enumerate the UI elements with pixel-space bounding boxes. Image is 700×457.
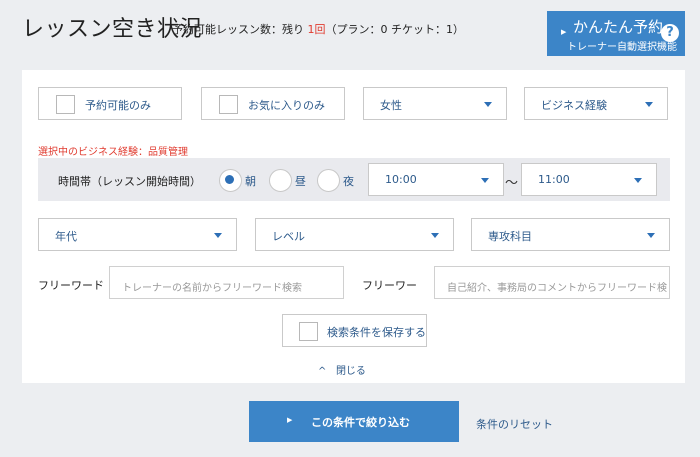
gender-select[interactable]: 女性 [363,87,507,120]
freeword-label-comment: フリーワー [362,279,417,292]
reset-conditions-link[interactable]: 条件のリセット [476,416,553,432]
remaining-prefix: 予約可能レッスン数：残り [172,23,308,36]
time-slot-label: 時間帯（レッスン開始時間） [58,175,201,188]
help-icon[interactable]: ? [661,24,679,42]
selected-experience-notice: 選択中のビジネス経験：品質管理 [38,147,188,158]
chevron-up-icon: ^ [318,366,327,377]
age-select-value: 年代 [55,230,77,243]
remaining-suffix: （プラン：0 チケット：1） [325,23,465,36]
checkbox-square [299,322,318,341]
favorites-only-checkbox[interactable]: お気に入りのみ [201,87,345,120]
start-time-select[interactable]: 10:00 [368,163,504,196]
end-time-value: 11:00 [538,173,570,186]
trainer-name-search-input[interactable]: トレーナーの名前からフリーワード検索 [109,266,344,299]
apply-filter-button[interactable]: ▶ この条件で絞り込む [249,401,459,442]
radio-morning-label: 朝 [245,175,256,188]
time-range-tilde: 〜 [505,176,519,191]
chevron-down-icon [634,178,642,183]
experience-select[interactable]: ビジネス経験 [524,87,668,120]
checkbox-square [56,95,75,114]
radio-noon[interactable] [269,169,292,192]
major-select[interactable]: 専攻科目 [471,218,670,251]
apply-filter-label: この条件で絞り込む [311,416,410,429]
radio-morning[interactable] [219,169,242,192]
available-only-label: 予約可能のみ [85,99,151,112]
chevron-down-icon [431,233,439,238]
level-select[interactable]: レベル [255,218,454,251]
level-select-value: レベル [272,230,305,243]
play-arrow-icon: ▶ [561,28,567,36]
chevron-down-icon [645,102,653,107]
major-select-value: 専攻科目 [488,230,532,243]
save-conditions-label: 検索条件を保存する [327,326,426,339]
remaining-lessons-text: 予約可能レッスン数：残り 1回（プラン：0 チケット：1） [172,21,464,37]
save-conditions-checkbox[interactable]: 検索条件を保存する [282,314,427,347]
radio-noon-label: 昼 [295,175,306,188]
comment-search-input[interactable]: 自己紹介、事務局のコメントからフリーワード検 [434,266,670,299]
radio-night-label: 夜 [343,175,354,188]
available-only-checkbox[interactable]: 予約可能のみ [38,87,182,120]
freeword-label-trainer: フリーワード [38,279,104,292]
start-time-value: 10:00 [385,173,417,186]
favorites-only-label: お気に入りのみ [248,99,325,112]
close-panel-link[interactable]: ^ 閉じる [318,362,366,377]
gender-select-value: 女性 [380,99,402,112]
chevron-down-icon [647,233,655,238]
experience-select-value: ビジネス経験 [541,99,607,112]
checkbox-square [219,95,238,114]
chevron-down-icon [214,233,222,238]
chevron-down-icon [484,102,492,107]
chevron-down-icon [481,178,489,183]
easy-booking-button[interactable]: ▶ かんたん予約 トレーナー自動選択機能 ? [547,11,685,56]
age-select[interactable]: 年代 [38,218,237,251]
remaining-count: 1回 [307,23,326,36]
easy-booking-sub-label: トレーナー自動選択機能 [567,42,677,53]
close-panel-label: 閉じる [335,366,366,377]
easy-booking-label: かんたん予約 [573,18,664,36]
end-time-select[interactable]: 11:00 [521,163,657,196]
radio-night[interactable] [317,169,340,192]
play-arrow-icon: ▶ [287,416,293,424]
